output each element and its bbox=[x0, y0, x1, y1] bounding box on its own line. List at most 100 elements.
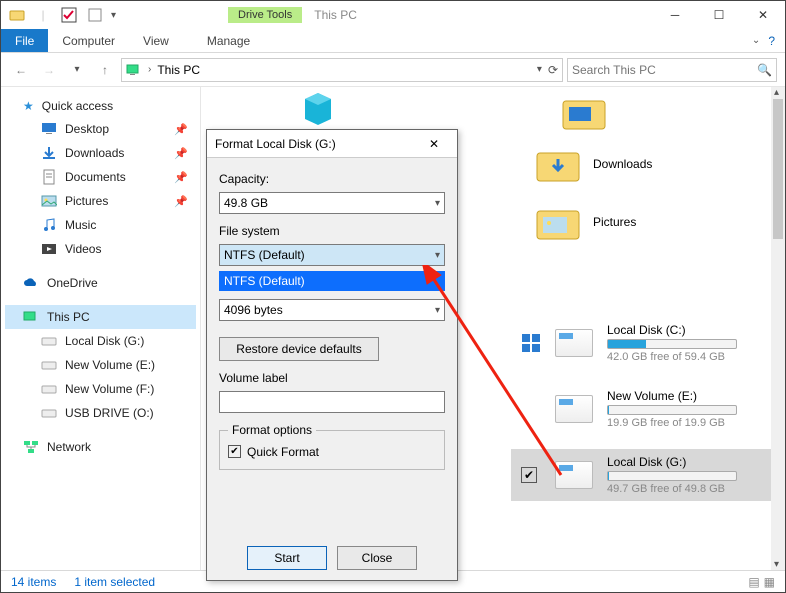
search-icon[interactable]: 🔍 bbox=[757, 63, 772, 77]
sidebar-quick-access[interactable]: ★ Quick access bbox=[5, 95, 196, 117]
scroll-up-icon[interactable]: ▴ bbox=[774, 87, 779, 98]
tab-manage[interactable]: Manage bbox=[193, 29, 264, 52]
maximize-button[interactable]: ☐ bbox=[697, 1, 741, 29]
drive-g[interactable]: ✔ Local Disk (G:) 49.7 GB free of 49.8 G… bbox=[511, 449, 771, 501]
checkbox-icon: ✔ bbox=[228, 445, 241, 458]
sidebar-drive-g[interactable]: Local Disk (G:) bbox=[5, 329, 196, 353]
folder-icon bbox=[535, 203, 581, 241]
sidebar-item-music[interactable]: Music bbox=[5, 213, 196, 237]
sidebar-item-label: Documents bbox=[65, 170, 126, 184]
icons-view-icon[interactable]: ▦ bbox=[764, 575, 775, 589]
navigation-bar: ← → ▾ ↑ › ▾ ⟳ 🔍 bbox=[1, 53, 785, 87]
search-input[interactable] bbox=[572, 63, 757, 77]
quick-format-checkbox[interactable]: ✔ Quick Format bbox=[228, 445, 319, 459]
recent-locations-button[interactable]: ▾ bbox=[65, 58, 89, 82]
dialog-titlebar: Format Local Disk (G:) ✕ bbox=[207, 130, 457, 158]
breadcrumb-caret-icon[interactable]: › bbox=[148, 64, 151, 75]
chevron-down-icon: ▾ bbox=[435, 250, 440, 261]
sidebar-label: Quick access bbox=[42, 99, 113, 113]
sidebar-this-pc[interactable]: This PC bbox=[5, 305, 196, 329]
sidebar-item-documents[interactable]: Documents 📌 bbox=[5, 165, 196, 189]
pin-icon: 📌 bbox=[174, 171, 188, 184]
scrollbar[interactable]: ▴ ▾ bbox=[771, 87, 785, 570]
downloads-icon bbox=[41, 145, 57, 161]
qat-dropdown-icon[interactable] bbox=[85, 5, 105, 25]
restore-defaults-button[interactable]: Restore device defaults bbox=[219, 337, 379, 361]
help-icon[interactable]: ? bbox=[768, 34, 775, 48]
chevron-down-icon: ▾ bbox=[435, 305, 440, 316]
window-controls: ─ ☐ ✕ bbox=[653, 1, 785, 29]
dialog-title: Format Local Disk (G:) bbox=[215, 137, 336, 151]
sidebar-drive-f[interactable]: New Volume (F:) bbox=[5, 377, 196, 401]
folder-downloads[interactable]: Downloads bbox=[535, 145, 652, 183]
scroll-down-icon[interactable]: ▾ bbox=[774, 559, 779, 570]
format-options-legend: Format options bbox=[228, 423, 316, 437]
filesystem-select[interactable]: NTFS (Default) ▾ bbox=[219, 244, 445, 266]
qat-checkbox-icon[interactable] bbox=[59, 5, 79, 25]
dialog-close-button[interactable]: ✕ bbox=[419, 137, 449, 151]
drive-label: Local Disk (G:) bbox=[607, 455, 737, 469]
titlebar: | ▾ Drive Tools This PC ─ ☐ ✕ bbox=[1, 1, 785, 29]
folder-pictures[interactable]: Pictures bbox=[535, 203, 636, 241]
drive-icon bbox=[41, 381, 57, 397]
back-button[interactable]: ← bbox=[9, 58, 33, 82]
forward-button[interactable]: → bbox=[37, 58, 61, 82]
close-dialog-button[interactable]: Close bbox=[337, 546, 417, 570]
capacity-select[interactable]: 49.8 GB ▾ bbox=[219, 192, 445, 214]
sidebar-onedrive[interactable]: OneDrive bbox=[5, 271, 196, 295]
drive-free-text: 49.7 GB free of 49.8 GB bbox=[607, 483, 737, 495]
sidebar-item-label: Music bbox=[65, 218, 96, 232]
status-item-count: 14 items bbox=[11, 575, 56, 589]
refresh-button[interactable]: ⟳ bbox=[548, 63, 558, 77]
sidebar-item-desktop[interactable]: Desktop 📌 bbox=[5, 117, 196, 141]
drive-c[interactable]: Local Disk (C:) 42.0 GB free of 59.4 GB bbox=[511, 317, 771, 369]
status-selected-count: 1 item selected bbox=[74, 575, 155, 589]
sidebar-drive-o[interactable]: USB DRIVE (O:) bbox=[5, 401, 196, 425]
start-button[interactable]: Start bbox=[247, 546, 327, 570]
drive-icon bbox=[41, 357, 57, 373]
sidebar-network[interactable]: Network bbox=[5, 435, 196, 459]
network-icon bbox=[23, 439, 39, 455]
allocation-select[interactable]: 4096 bytes ▾ bbox=[219, 299, 445, 321]
folder-desktop-icon[interactable] bbox=[561, 93, 607, 131]
address-bar[interactable]: › ▾ ⟳ bbox=[121, 58, 563, 82]
sidebar-item-label: OneDrive bbox=[47, 276, 98, 290]
sidebar-item-pictures[interactable]: Pictures 📌 bbox=[5, 189, 196, 213]
scrollbar-thumb[interactable] bbox=[773, 99, 783, 239]
drive-e[interactable]: New Volume (E:) 19.9 GB free of 19.9 GB bbox=[511, 383, 771, 435]
sidebar-item-label: Local Disk (G:) bbox=[65, 334, 144, 348]
drive-free-text: 42.0 GB free of 59.4 GB bbox=[607, 351, 737, 363]
sidebar-item-label: New Volume (F:) bbox=[65, 382, 154, 396]
drive-checkbox[interactable]: ✔ bbox=[521, 467, 537, 483]
tab-file[interactable]: File bbox=[1, 29, 48, 52]
drive-capacity-bar bbox=[607, 405, 737, 415]
sidebar-item-label: This PC bbox=[47, 310, 90, 324]
minimize-button[interactable]: ─ bbox=[653, 1, 697, 29]
sidebar-item-videos[interactable]: Videos bbox=[5, 237, 196, 261]
sidebar-item-downloads[interactable]: Downloads 📌 bbox=[5, 141, 196, 165]
close-button[interactable]: ✕ bbox=[741, 1, 785, 29]
app-icon bbox=[7, 5, 27, 25]
address-dropdown-icon[interactable]: ▾ bbox=[537, 64, 542, 75]
details-view-icon[interactable]: ▤ bbox=[748, 575, 759, 589]
qat-overflow-icon[interactable]: ▾ bbox=[111, 10, 116, 21]
documents-icon bbox=[41, 169, 57, 185]
capacity-value: 49.8 GB bbox=[224, 196, 268, 210]
ribbon-expand-icon[interactable]: ⌄ bbox=[752, 35, 760, 46]
quick-format-label: Quick Format bbox=[247, 445, 319, 459]
tab-computer[interactable]: Computer bbox=[48, 29, 129, 52]
sidebar-drive-e[interactable]: New Volume (E:) bbox=[5, 353, 196, 377]
allocation-value: 4096 bytes bbox=[224, 303, 283, 317]
search-box[interactable]: 🔍 bbox=[567, 58, 777, 82]
filesystem-dropdown-option[interactable]: NTFS (Default) bbox=[219, 271, 445, 291]
address-input[interactable] bbox=[157, 63, 531, 77]
tab-view[interactable]: View bbox=[129, 29, 183, 52]
pin-icon: 📌 bbox=[174, 123, 188, 136]
contextual-tab-drive-tools[interactable]: Drive Tools bbox=[228, 7, 302, 23]
folder-label: Downloads bbox=[593, 157, 652, 171]
folder-3d-icon[interactable] bbox=[295, 93, 341, 131]
window-title: This PC bbox=[314, 8, 357, 22]
up-button[interactable]: ↑ bbox=[93, 58, 117, 82]
volume-label-input[interactable] bbox=[219, 391, 445, 413]
drive-icon bbox=[555, 395, 593, 423]
